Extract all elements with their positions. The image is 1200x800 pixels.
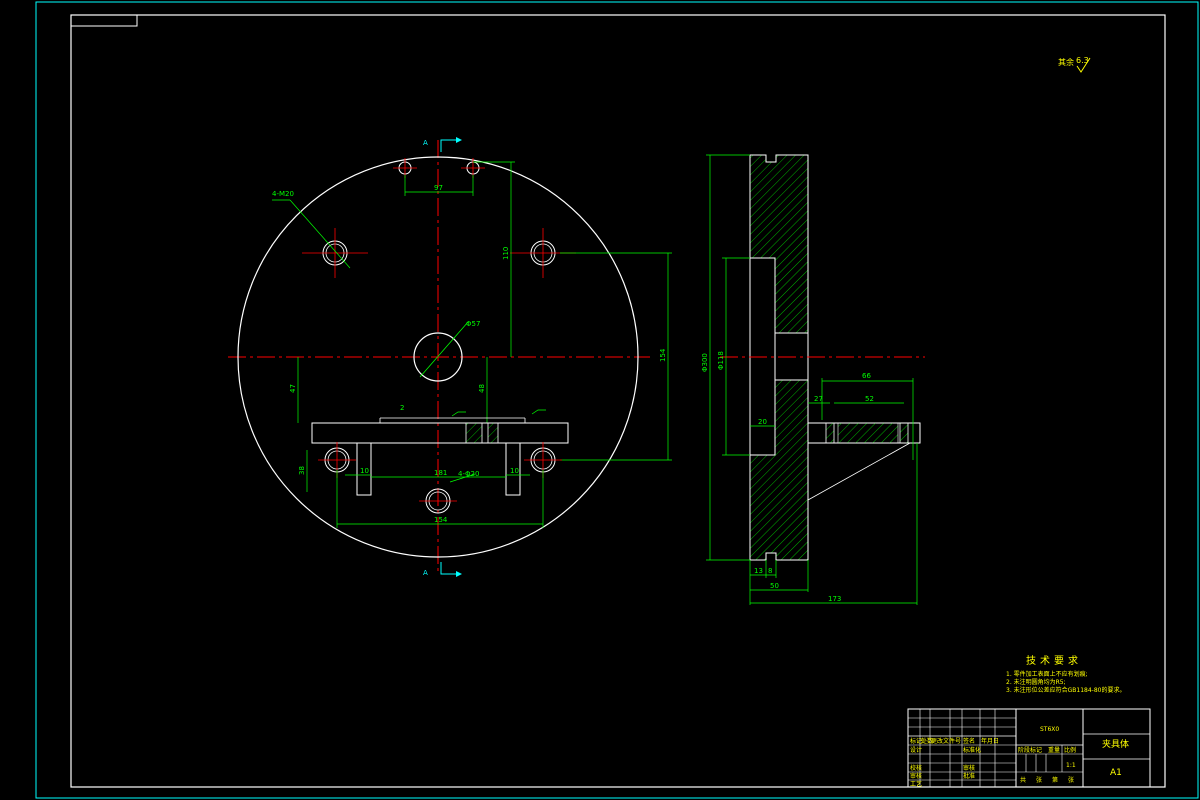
dim-48: 48: [478, 384, 486, 393]
dim-110: 110: [502, 247, 510, 260]
roughness-symbol: 其余 6.3: [1058, 56, 1091, 73]
section-mark-top: A: [423, 139, 428, 147]
section-mark-bottom: A: [423, 569, 428, 577]
tech-requirements: 技术要求 1. 零件加工表面上不应有划痕; 2. 未注明圆角均为R5; 3. 未…: [1006, 654, 1125, 694]
dim-66: 66: [862, 372, 871, 380]
label-standard: 标准化: [963, 746, 981, 754]
label-weight: 重量: [1048, 746, 1060, 754]
dim-10-left: 10: [360, 467, 369, 475]
label-review: 审核: [910, 772, 922, 780]
dim-47: 47: [289, 384, 297, 393]
label-design: 设计: [910, 746, 922, 754]
dim-50: 50: [770, 582, 779, 590]
label-check: 校核: [910, 764, 922, 772]
dim-8: 8: [768, 567, 772, 575]
sheet-size: A1: [1110, 768, 1122, 778]
inner-frame: [70, 14, 1166, 788]
header-cell-4: 年月日: [981, 737, 999, 745]
side-view: Φ300 Φ118 20 66 27 52 13 8 50 173: [701, 154, 925, 605]
scale: 1:1: [1066, 762, 1076, 769]
label-process: 工艺: [910, 780, 922, 788]
dim-phi300: Φ300: [701, 353, 709, 372]
front-view: Φ57 97 4-M20 110 154 47 48 2 38 10 181 4…: [228, 137, 672, 577]
roughness-note: 其余: [1058, 57, 1074, 67]
header-cell-2: 更改文件号: [931, 737, 961, 745]
dim-center-hole: Φ57: [466, 320, 480, 328]
dim-38: 38: [298, 466, 306, 475]
dim-phi118: Φ118: [717, 351, 725, 370]
m20-hole-left: [302, 228, 368, 278]
dim-154-right: 154: [659, 348, 667, 362]
label-no: 第: [1052, 776, 1058, 784]
tech-item-3: 3. 未注形位公差应符合GB1184-80的要求。: [1006, 686, 1125, 694]
label-sheets: 张: [1036, 776, 1042, 784]
drawing-number: ST6X0: [1040, 726, 1059, 733]
cad-drawing: 其余 6.3 Φ57 97 4-M20 110 154 47 48 2 38 1…: [35, 1, 1199, 799]
label-scale: 比例: [1064, 746, 1076, 754]
dim-10-right: 10: [510, 467, 519, 475]
corner-code-box: [70, 14, 138, 27]
label-stage: 阶段标记: [1018, 746, 1042, 754]
dim-173: 173: [828, 595, 841, 603]
label-total: 共: [1020, 776, 1026, 784]
label-approve: 批准: [963, 772, 975, 780]
part-name: 夹具体: [1102, 738, 1129, 750]
dim-97: 97: [434, 184, 443, 192]
dim-52: 52: [865, 395, 874, 403]
label-mid-review: 审核: [963, 764, 975, 772]
dim-27: 27: [814, 395, 823, 403]
label-sheet: 张: [1068, 776, 1074, 784]
dim-4-m20: 4-M20: [272, 190, 294, 198]
dim-angle-2: 2: [400, 404, 404, 412]
header-cell-3: 签名: [963, 737, 975, 745]
tech-item-2: 2. 未注明圆角均为R5;: [1006, 678, 1066, 686]
dim-181: 181: [434, 469, 447, 477]
title-block: ST6X0 夹具体 A1 1:1 标记 处数 更改文件号 签名 年月日 设计 校…: [907, 708, 1151, 788]
dim-20: 20: [758, 418, 767, 426]
dim-4-phi20: 4-Φ20: [458, 470, 479, 478]
clamp-bar: [311, 422, 569, 444]
tech-item-1: 1. 零件加工表面上不应有划痕;: [1006, 670, 1088, 678]
tech-title: 技术要求: [1026, 654, 1082, 667]
dim-154-bottom: 154: [434, 516, 448, 524]
dim-13: 13: [754, 567, 763, 575]
